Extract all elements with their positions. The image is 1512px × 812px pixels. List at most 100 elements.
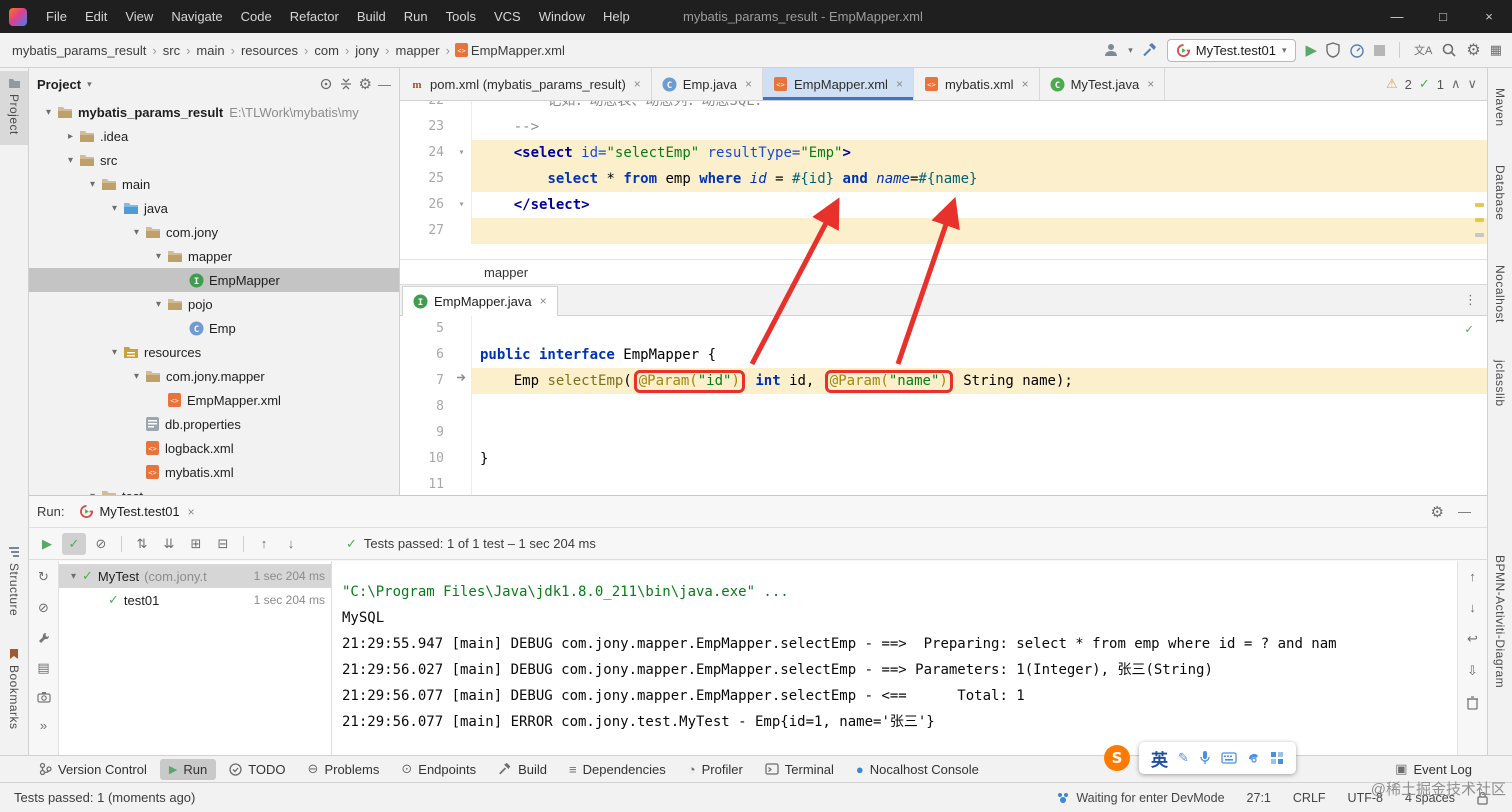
ime-language-toggle[interactable]: 英 [1151,746,1168,771]
menu-view[interactable]: View [116,7,162,26]
tool-button-bookmarks[interactable]: Bookmarks [0,648,28,730]
tab-emp-java[interactable]: C Emp.java × [652,68,764,100]
breadcrumb-item-main[interactable]: main [194,43,226,58]
tree-item-java[interactable]: ▾ java [29,196,399,220]
build-hammer-icon[interactable] [1142,42,1158,58]
tree-toggle-icon[interactable]: ▾ [62,155,79,166]
tree-item-resources[interactable]: ▾ resources [29,340,399,364]
tree-toggle-icon[interactable]: ▾ [150,251,167,262]
close-icon[interactable]: × [745,77,752,91]
tab-mybatis-xml[interactable]: <> mybatis.xml × [914,68,1040,100]
context-breadcrumb[interactable]: mapper [484,265,528,280]
inspections-widget[interactable]: ⚠ 2 ✓ 1 ∧ ∨ [1386,68,1487,100]
hide-panel-icon[interactable]: — [1458,504,1471,519]
fold-marker[interactable]: ▾ [452,140,472,166]
menu-code[interactable]: Code [232,7,281,26]
soft-wrap-icon[interactable]: ↩ [1467,631,1478,647]
tab-empmapper-xml[interactable]: <> EmpMapper.xml × [763,68,914,100]
coverage-icon[interactable] [1326,42,1340,58]
close-icon[interactable]: × [634,77,641,91]
rerun-failed-icon[interactable]: ↻ [38,569,49,585]
tool-button-bpmn-activiti-diagram[interactable]: BPMN-Activiti-Diagram [1488,555,1512,688]
gutter-nav-icon[interactable] [452,368,472,394]
next-test-icon[interactable]: ↓ [279,533,303,555]
line-ending[interactable]: CRLF [1293,791,1326,805]
close-icon[interactable]: × [896,77,903,91]
tree-item-emp[interactable]: C Emp [29,316,399,340]
expand-all-icon[interactable]: ⊞ [184,533,208,555]
menu-edit[interactable]: Edit [76,7,116,26]
tree-toggle-icon[interactable]: ▾ [84,179,101,190]
tree-item-pojo[interactable]: ▾ pojo [29,292,399,316]
test-tree-item-mytest[interactable]: ▾ ✓ MyTest (com.jony.t 1 sec 204 ms [59,564,331,588]
rerun-button[interactable]: ▶ [35,533,59,555]
ime-toolbox-icon[interactable] [1270,751,1284,765]
tool-button-nocalhost[interactable]: Nocalhost [1488,265,1512,323]
tree-toggle-icon[interactable]: ▾ [150,299,167,310]
tool-button-jclasslib[interactable]: jclasslib [1488,360,1512,407]
wrench-icon[interactable] [37,631,51,645]
minimize-button[interactable]: — [1374,0,1420,33]
run-console[interactable]: "C:\Program Files\Java\jdk1.8.0_211\bin\… [331,561,1457,755]
tool-button-dependencies[interactable]: ≡ Dependencies [560,759,675,780]
prev-change-icon[interactable]: ∧ [1451,76,1461,92]
tree-item-db-properties[interactable]: db.properties [29,412,399,436]
ime-pen-icon[interactable]: ✎ [1178,750,1189,766]
tool-button-terminal[interactable]: Terminal [756,759,843,780]
run-configuration-select[interactable]: MyTest.test01 ▾ [1166,38,1297,62]
tree-item-empmapper-xml[interactable]: <> EmpMapper.xml [29,388,399,412]
settings-gear-icon[interactable]: ⚙ [1431,503,1444,521]
maximize-button[interactable]: □ [1420,0,1466,33]
menu-vcs[interactable]: VCS [485,7,530,26]
scroll-down-icon[interactable]: ↓ [1469,600,1476,615]
tool-button-todo[interactable]: TODO [220,759,294,780]
test-tree-item-test01[interactable]: ✓ test01 1 sec 204 ms [59,588,331,612]
tool-button-endpoints[interactable]: ⊙ Endpoints [392,758,485,780]
menu-build[interactable]: Build [348,7,395,26]
previous-test-icon[interactable]: ↑ [252,533,276,555]
fold-marker[interactable]: ▾ [452,192,472,218]
ime-keyboard-icon[interactable] [1221,752,1237,764]
tool-button-database[interactable]: Database [1488,165,1512,220]
tree-toggle-icon[interactable]: ▾ [128,227,145,238]
tree-item-empmapper[interactable]: I EmpMapper [29,268,399,292]
tree-toggle-icon[interactable]: ▾ [106,347,123,358]
tree-toggle-icon[interactable]: ▾ [128,371,145,382]
menu-file[interactable]: File [37,7,76,26]
menu-run[interactable]: Run [395,7,437,26]
ime-skin-icon[interactable] [1247,752,1260,765]
tab-mytest-java[interactable]: C MyTest.java × [1040,68,1166,100]
menu-navigate[interactable]: Navigate [162,7,231,26]
tool-button-build[interactable]: Build [489,759,556,780]
show-ignored-toggle[interactable]: ⊘ [89,533,113,555]
tree-item-mapper[interactable]: ▾ mapper [29,244,399,268]
tree-item-com-jony-mapper[interactable]: ▾ com.jony.mapper [29,364,399,388]
project-header-title[interactable]: Project [37,77,81,92]
locate-file-icon[interactable] [319,77,333,91]
screenshot-icon[interactable] [36,691,51,703]
breadcrumb-item-resources[interactable]: resources [239,43,300,58]
sort-by-duration-icon[interactable]: ⇊ [157,533,181,555]
breadcrumb-item-mybatis_params_result[interactable]: mybatis_params_result [10,43,148,58]
collapse-all-icon[interactable] [339,77,353,91]
hide-panel-icon[interactable]: — [378,77,391,92]
user-dropdown-caret[interactable]: ▾ [1128,45,1133,56]
user-icon[interactable] [1103,42,1119,58]
java-editor[interactable]: ✓ 5 6 public interface EmpMapper {7 Emp se… [400,316,1487,495]
tree-item-test[interactable]: ▾test [29,484,399,495]
options-gear-icon[interactable]: ⚙ [359,75,372,93]
tree-toggle-icon[interactable]: ▸ [62,131,79,142]
more-icon[interactable]: » [40,718,47,733]
tree-item-com-jony[interactable]: ▾ com.jony [29,220,399,244]
settings-gear-icon[interactable]: ⚙ [1466,40,1480,60]
run-tab-mytest[interactable]: MyTest.test01 × [72,500,202,523]
warning-stripe-mark[interactable] [1475,218,1484,222]
stop-button[interactable] [1374,44,1386,56]
tree-toggle-icon[interactable]: ▾ [40,107,57,118]
search-icon[interactable] [1441,42,1457,58]
tree-item-src[interactable]: ▾ src [29,148,399,172]
tool-button-structure[interactable]: Structure [0,546,28,616]
tool-button-profiler[interactable]: ◔ Profiler [679,759,752,780]
tool-button-project[interactable]: Project [0,71,28,145]
stripe-mark[interactable] [1475,233,1484,237]
